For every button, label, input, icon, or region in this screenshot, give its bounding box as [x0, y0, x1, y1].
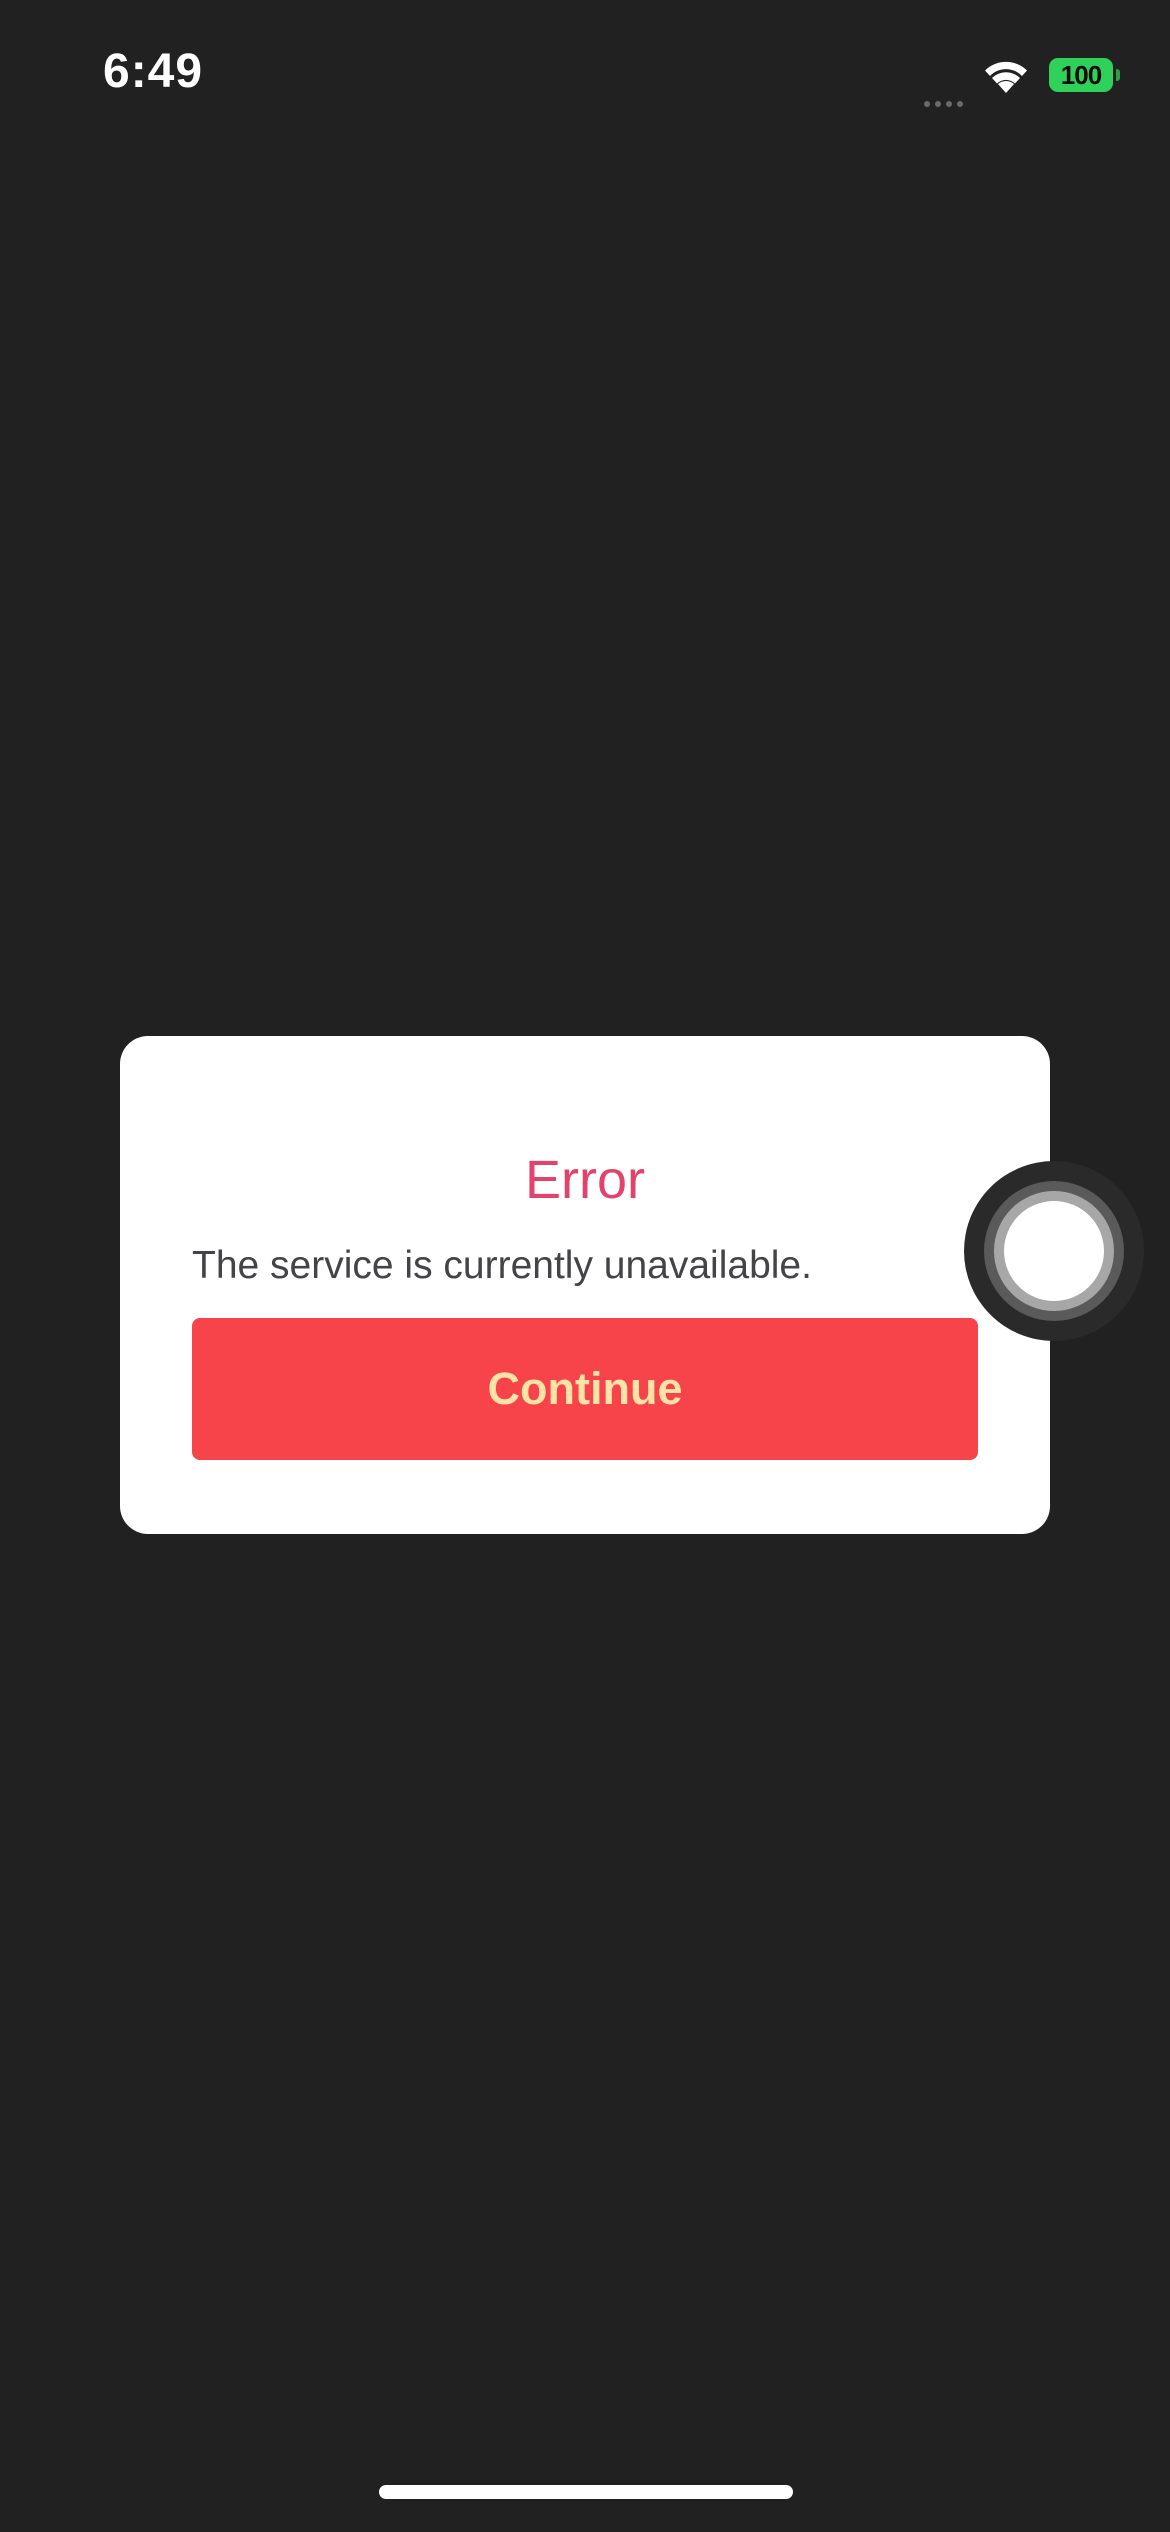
- battery-level: 100: [1049, 58, 1113, 92]
- dialog-message: The service is currently unavailable.: [192, 1244, 812, 1287]
- status-icons: 100: [924, 50, 1120, 107]
- continue-button[interactable]: Continue: [192, 1318, 978, 1460]
- battery-icon: 100: [1049, 58, 1120, 92]
- dialog-title: Error: [525, 1150, 645, 1210]
- status-time: 6:49: [103, 45, 204, 98]
- assistive-touch-button[interactable]: [964, 1161, 1144, 1341]
- home-indicator[interactable]: [379, 2485, 793, 2499]
- signal-icon: [924, 43, 963, 107]
- wifi-icon: [979, 55, 1033, 95]
- error-dialog: Error The service is currently unavailab…: [120, 1036, 1050, 1534]
